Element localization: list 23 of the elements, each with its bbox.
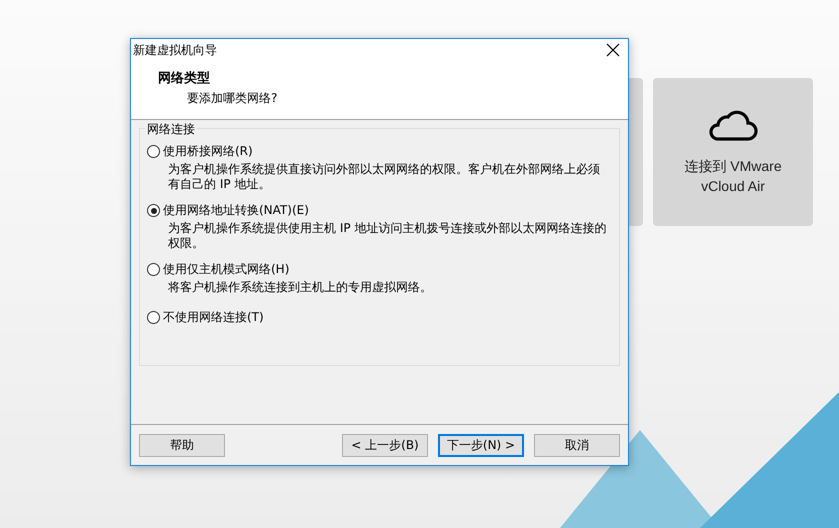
radio-label[interactable]: 使用桥接网络(R) [163, 143, 253, 160]
cloud-icon [708, 108, 758, 142]
dialog-button[interactable]: < 上一步(B) [342, 434, 428, 456]
page-heading: 网络类型 [158, 70, 211, 87]
close-icon [606, 43, 620, 57]
radio-label[interactable]: 不使用网络连接(T) [163, 309, 264, 326]
dialog-button[interactable]: 取消 [534, 434, 620, 456]
group-label: 网络连接 [145, 121, 197, 138]
radio-label[interactable]: 使用网络地址转换(NAT)(E) [163, 202, 309, 219]
dialog-button[interactable]: 帮助 [139, 434, 225, 456]
radio-label[interactable]: 使用仅主机模式网络(H) [163, 261, 290, 278]
option-description: 为客户机操作系统提供使用主机 IP 地址访问主机拨号连接或外部以太网网络连接的权限。 [168, 221, 608, 251]
tile-card[interactable]: 连接到 VMware vCloud Air [653, 78, 813, 226]
radio-button[interactable] [147, 204, 160, 217]
dialog-button[interactable]: 下一步(N) > [438, 434, 524, 456]
radio-button[interactable] [147, 263, 160, 276]
option-description: 为客户机操作系统提供直接访问外部以太网网络的权限。客户机在外部网络上必须有自己的 IP 地址。 [168, 162, 601, 192]
radio-button[interactable] [147, 145, 160, 158]
window-title: 新建虚拟机向导 [133, 42, 217, 58]
radio-button[interactable] [147, 311, 160, 324]
option-description: 将客户机操作系统连接到主机上的专用虚拟网络。 [168, 280, 433, 295]
tile-label: 连接到 VMware vCloud Air [684, 157, 782, 196]
page-subheading: 要添加哪类网络? [187, 90, 278, 107]
